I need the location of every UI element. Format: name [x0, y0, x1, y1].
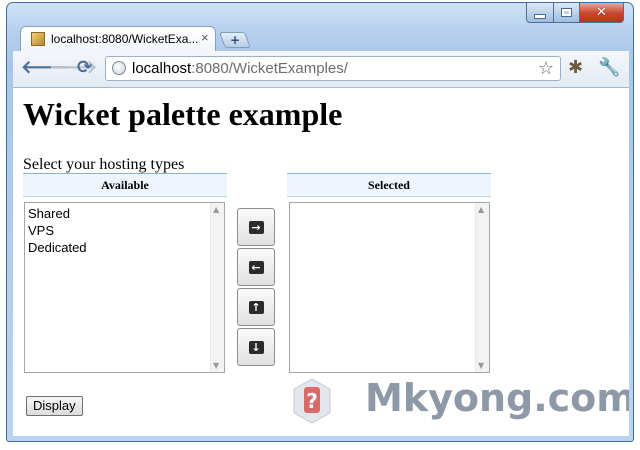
up-arrow-icon: ↑	[248, 300, 264, 314]
scroll-down-icon[interactable]: ▼	[478, 361, 484, 370]
browser-tab[interactable]: localhost:8080/WicketExa... ×	[20, 26, 216, 52]
watermark-text: Mkyong.com	[365, 376, 629, 420]
down-arrow-icon: ↓	[248, 340, 264, 354]
plus-icon: +	[229, 33, 241, 47]
scroll-up-icon[interactable]: ▲	[213, 205, 219, 214]
move-left-button[interactable]: ←	[237, 248, 275, 286]
list-item[interactable]: Shared	[28, 205, 87, 222]
minimize-button[interactable]	[526, 3, 554, 23]
reload-icon[interactable]: ⟳	[77, 57, 92, 78]
maximize-icon	[561, 8, 572, 17]
scroll-up-icon[interactable]: ▲	[478, 205, 484, 214]
scrollbar[interactable]: ▲ ▼	[475, 203, 489, 372]
bug-extension-icon[interactable]: ✱	[568, 57, 583, 78]
close-icon: ✕	[596, 5, 607, 20]
list-item[interactable]: VPS	[28, 222, 87, 239]
url-text[interactable]: localhost:8080/WicketExamples/	[132, 60, 348, 77]
watermark-logo-icon: ?	[293, 378, 331, 424]
available-header: Available	[23, 173, 227, 197]
tab-title: localhost:8080/WicketExa...	[51, 32, 199, 46]
address-bar[interactable]: localhost:8080/WicketExamples/ ☆	[105, 56, 561, 81]
move-down-button[interactable]: ↓	[237, 328, 275, 366]
display-button[interactable]: Display	[26, 396, 83, 416]
new-tab-button[interactable]: +	[219, 32, 251, 48]
minimize-icon	[534, 13, 546, 19]
list-item[interactable]: Dedicated	[28, 239, 87, 256]
wrench-icon[interactable]: 🔧	[598, 57, 620, 78]
move-right-button[interactable]: →	[237, 208, 275, 246]
globe-icon	[112, 61, 126, 75]
browser-toolbar: 🡐 🡒 ⟳ localhost:8080/WicketExamples/ ☆ ✱…	[13, 51, 629, 88]
selected-header: Selected	[287, 173, 491, 197]
tab-close-icon[interactable]: ×	[201, 30, 209, 45]
page-title: Wicket palette example	[23, 96, 343, 132]
move-up-button[interactable]: ↑	[237, 288, 275, 326]
left-arrow-icon: ←	[248, 260, 264, 274]
right-arrow-icon: →	[248, 220, 264, 234]
maximize-button[interactable]	[553, 3, 580, 23]
page-content: Wicket palette example Select your hosti…	[13, 88, 629, 436]
available-listbox[interactable]: Shared VPS Dedicated ▲ ▼	[24, 202, 225, 373]
selected-listbox[interactable]: ▲ ▼	[289, 202, 490, 373]
scroll-down-icon[interactable]: ▼	[213, 361, 219, 370]
scrollbar[interactable]: ▲ ▼	[210, 203, 224, 372]
svg-text:?: ?	[306, 389, 318, 413]
close-window-button[interactable]: ✕	[579, 3, 624, 23]
prompt-label: Select your hosting types	[23, 156, 185, 173]
bookmark-star-icon[interactable]: ☆	[538, 58, 554, 79]
favicon-icon	[31, 32, 45, 46]
